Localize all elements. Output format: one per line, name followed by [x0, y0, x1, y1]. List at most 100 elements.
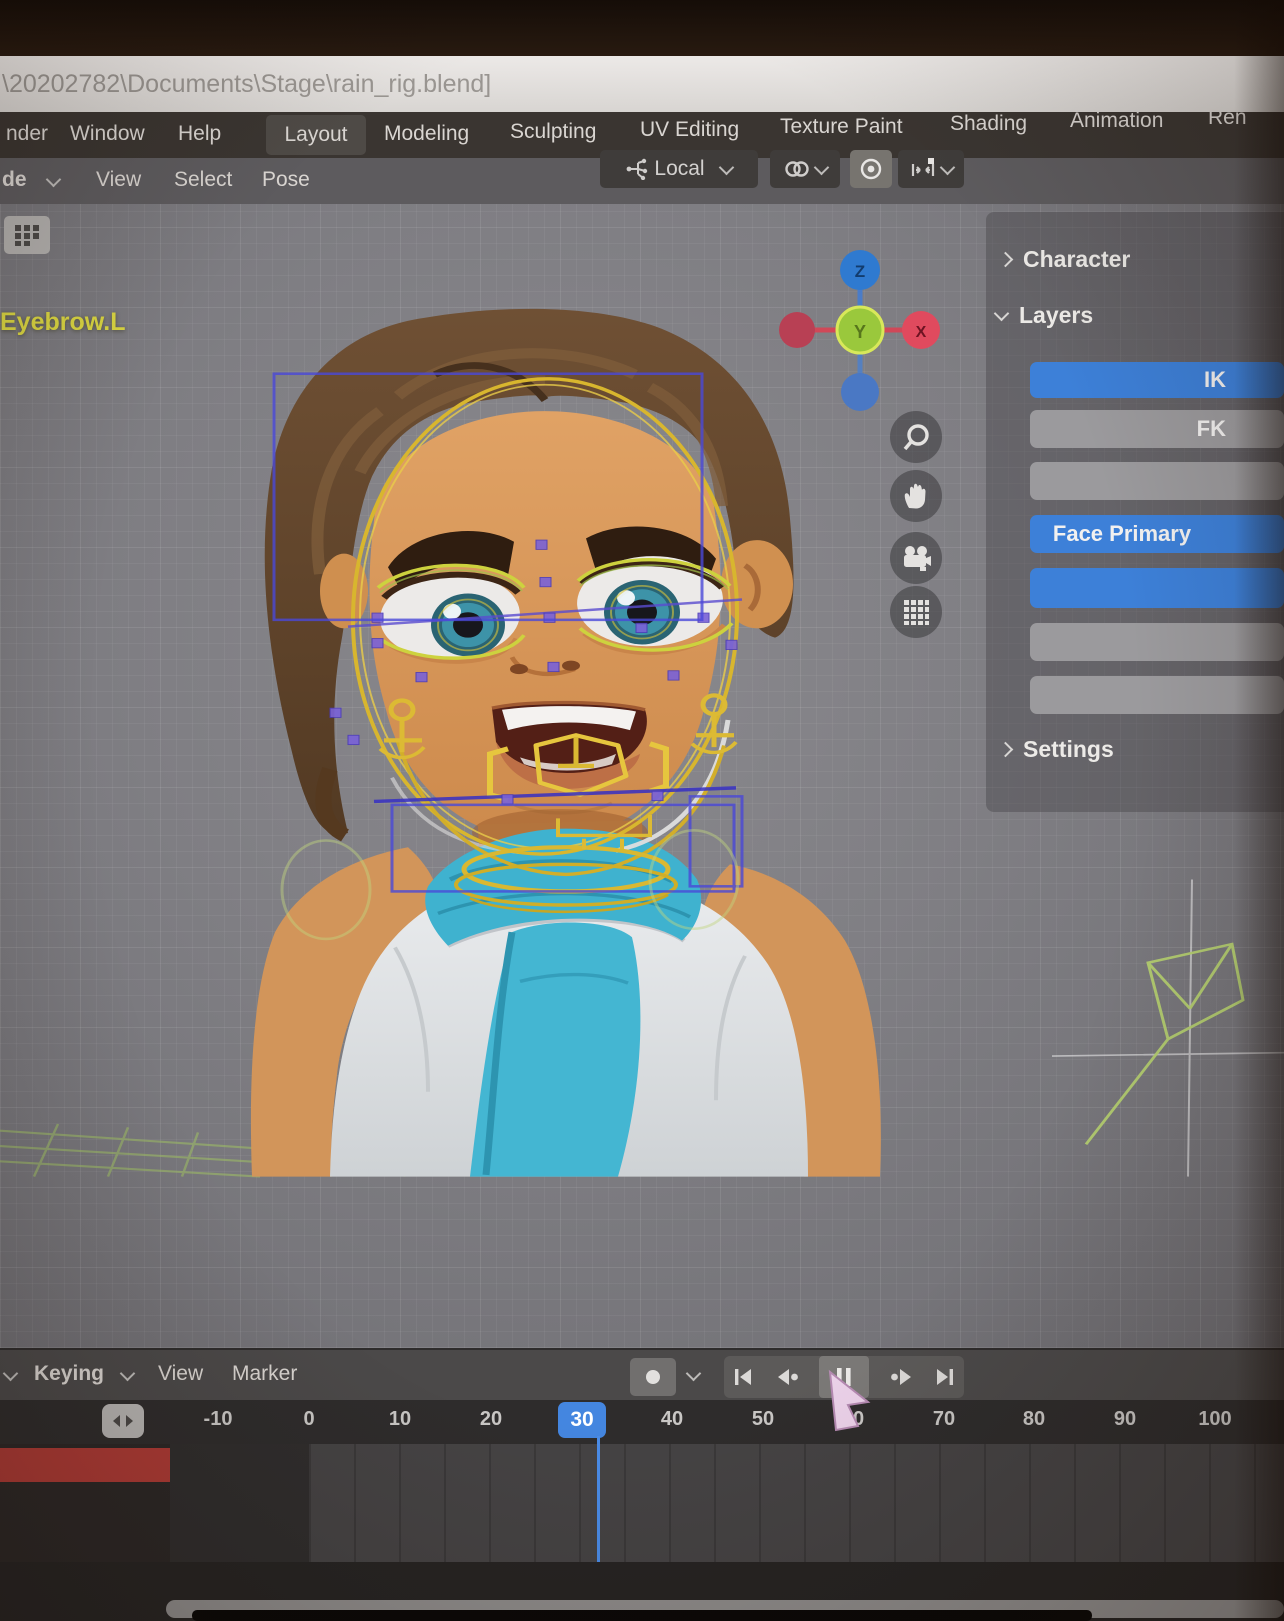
gizmo-neg-z-axis — [841, 373, 879, 411]
window-title: \20202782\Documents\Stage\rain_rig.blend… — [2, 70, 491, 99]
previous-keyframe-button[interactable] — [775, 1367, 799, 1387]
grid-overlay-button[interactable] — [890, 586, 942, 638]
tab-shading[interactable]: Shading — [950, 112, 1027, 136]
bone-widget[interactable] — [1086, 944, 1243, 1144]
playback-range — [309, 1444, 1284, 1562]
panel-settings[interactable]: Settings — [1000, 736, 1114, 763]
proportional-falloff-dropdown[interactable] — [898, 150, 964, 188]
character-model[interactable] — [251, 309, 881, 1177]
camera-icon — [900, 543, 932, 573]
tab-rendering[interactable]: Ren — [1208, 106, 1247, 130]
layer-button-face-primary[interactable]: Face Primary — [1030, 515, 1284, 553]
summary-channel-bar[interactable] — [0, 1448, 170, 1482]
grid-icon — [902, 598, 930, 626]
transform-orientation-dropdown[interactable]: Local — [600, 150, 758, 188]
snap-chevron-icon — [813, 159, 829, 175]
mouse-cursor — [818, 1366, 882, 1438]
window-titlebar: \20202782\Documents\Stage\rain_rig.blend… — [0, 56, 1284, 112]
record-button[interactable] — [630, 1358, 676, 1396]
jump-end-icon — [934, 1367, 956, 1387]
record-chevron-icon[interactable] — [686, 1366, 702, 1382]
timeline-scroll-strip — [0, 1562, 1284, 1621]
timeline-header: Keying View Marker — [0, 1348, 1284, 1402]
ruler-label: 10 — [389, 1408, 411, 1431]
ruler-label: 20 — [480, 1408, 502, 1431]
playhead-line[interactable] — [597, 1436, 600, 1562]
ruler-pan-button[interactable] — [102, 1404, 144, 1438]
ruler-label: 0 — [303, 1408, 314, 1431]
next-keyframe-button[interactable] — [890, 1367, 914, 1387]
timeline-keyframe-area[interactable] — [0, 1444, 1284, 1562]
menu-help[interactable]: Help — [178, 122, 221, 146]
grid-axis-lines — [1052, 880, 1284, 1177]
ruler-label: 70 — [933, 1408, 955, 1431]
panel-layers[interactable]: Layers — [996, 302, 1093, 329]
viewport-menu-pose[interactable]: Pose — [262, 168, 310, 192]
current-frame-badge[interactable]: 30 — [558, 1402, 606, 1438]
layer-button-7[interactable] — [1030, 676, 1284, 714]
timeline-editor-chevron-icon[interactable] — [3, 1366, 19, 1382]
ruler-label: 80 — [1023, 1408, 1045, 1431]
tab-texture-paint[interactable]: Texture Paint — [780, 115, 903, 139]
zoom-button[interactable] — [890, 411, 942, 463]
ruler-label: 90 — [1114, 1408, 1136, 1431]
active-bone-label: Eyebrow.L — [0, 308, 126, 337]
snap-icon — [784, 158, 810, 180]
tab-modeling[interactable]: Modeling — [384, 122, 469, 146]
menu-window[interactable]: Window — [70, 122, 145, 146]
timeline-menu-marker[interactable]: Marker — [232, 1362, 297, 1386]
snapping-dropdown[interactable] — [770, 150, 840, 188]
viewport-menu-select[interactable]: Select — [174, 168, 232, 192]
orientation-chevron-icon — [718, 159, 734, 175]
tab-uv-editing[interactable]: UV Editing — [640, 118, 739, 142]
layer-button-3[interactable] — [1030, 462, 1284, 500]
editor-type-button[interactable] — [4, 216, 50, 254]
hand-icon — [901, 481, 931, 511]
viewport-menu-view[interactable]: View — [96, 168, 141, 192]
tab-layout[interactable]: Layout — [266, 115, 366, 155]
ruler-label: 100 — [1198, 1408, 1231, 1431]
mode-dropdown[interactable]: de — [2, 168, 27, 192]
orientation-icon — [626, 158, 648, 180]
tab-sculpting[interactable]: Sculpting — [510, 120, 596, 144]
screen-photo: \20202782\Documents\Stage\rain_rig.blend… — [0, 0, 1284, 1621]
chevron-right-icon — [998, 742, 1014, 758]
panel-character[interactable]: Character — [1000, 246, 1130, 273]
viewport-header: de View Select Pose Local — [0, 158, 1284, 204]
gizmo-z-label: Z — [855, 262, 865, 281]
pan-arrows-icon — [111, 1414, 135, 1428]
falloff-icon — [910, 157, 936, 181]
camera-view-button[interactable] — [890, 532, 942, 584]
editor-grid-icon — [13, 223, 41, 247]
layer-button-5[interactable] — [1030, 568, 1284, 608]
ruler-label: 40 — [661, 1408, 683, 1431]
next-keyframe-icon — [890, 1367, 914, 1387]
timeline-menu-keying[interactable]: Keying — [34, 1362, 104, 1386]
jump-to-start-button[interactable] — [732, 1367, 754, 1387]
mode-chevron-icon[interactable] — [46, 172, 62, 188]
timeline-menu-view[interactable]: View — [158, 1362, 203, 1386]
proportional-editing-toggle[interactable] — [850, 150, 892, 188]
proportional-editing-icon — [859, 157, 883, 181]
layer-button-fk[interactable]: FK — [1030, 410, 1284, 448]
navigation-gizmo[interactable]: Z X Y — [760, 233, 960, 433]
gizmo-neg-x-axis — [779, 312, 815, 348]
layer-button-6[interactable] — [1030, 623, 1284, 661]
pan-button[interactable] — [890, 470, 942, 522]
prev-keyframe-icon — [775, 1367, 799, 1387]
gizmo-x-label: X — [916, 324, 927, 341]
layer-button-ik[interactable]: IK — [1030, 362, 1284, 398]
ruler-label: -10 — [204, 1408, 233, 1431]
record-icon — [645, 1369, 661, 1385]
falloff-chevron-icon — [939, 159, 955, 175]
keying-chevron-icon[interactable] — [120, 1366, 136, 1382]
jump-to-end-button[interactable] — [934, 1367, 956, 1387]
timeline-ruler[interactable]: -10 0 10 20 40 50 60 70 80 90 100 30 — [0, 1400, 1284, 1444]
chevron-right-icon — [998, 252, 1014, 268]
tab-animation[interactable]: Animation — [1070, 109, 1163, 133]
chevron-down-icon — [994, 305, 1010, 321]
ruler-label: 50 — [752, 1408, 774, 1431]
menu-render[interactable]: nder — [6, 122, 48, 146]
zoom-icon — [901, 422, 931, 452]
jump-start-icon — [732, 1367, 754, 1387]
